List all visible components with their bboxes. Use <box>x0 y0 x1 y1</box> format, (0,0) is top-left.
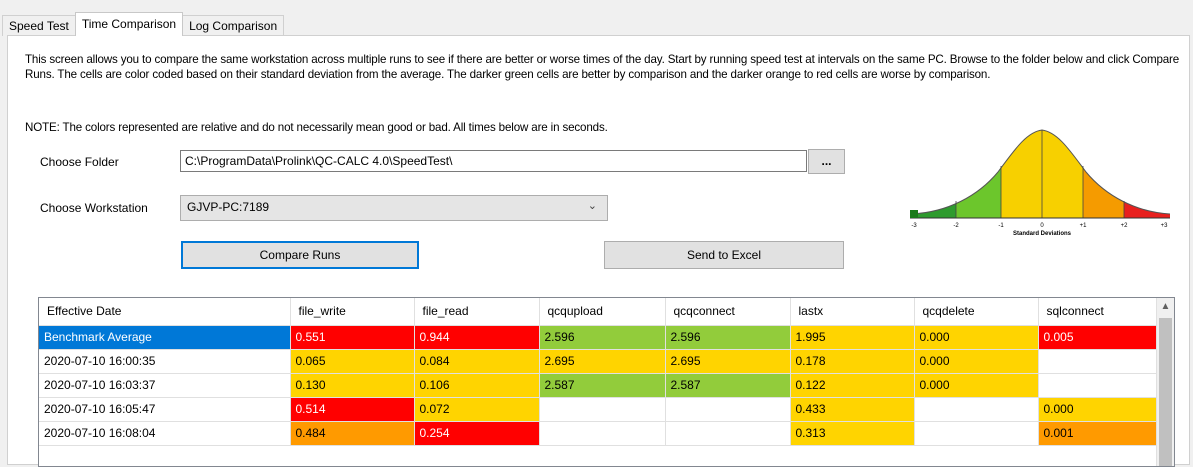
table-cell[interactable]: 0.065 <box>290 349 415 374</box>
column-header[interactable]: qcqupload <box>539 298 666 326</box>
table-cell[interactable]: 0.005 <box>1038 325 1158 350</box>
chevron-down-icon: ⌄ <box>587 200 597 212</box>
row-date-cell[interactable]: Benchmark Average <box>39 325 291 350</box>
table-cell[interactable] <box>539 421 666 446</box>
column-header[interactable]: Effective Date <box>39 298 291 326</box>
table-cell[interactable]: 0.130 <box>290 373 415 398</box>
bell-axis-label: Standard Deviations <box>1013 231 1072 237</box>
table-cell[interactable] <box>665 421 791 446</box>
vertical-scrollbar[interactable]: ▲ <box>1156 298 1174 466</box>
row-date-cell[interactable]: 2020-07-10 16:00:35 <box>39 349 291 374</box>
tab-time-comparison[interactable]: Time Comparison <box>74 12 184 36</box>
table-cell[interactable]: 0.944 <box>414 325 540 350</box>
table-row[interactable]: Benchmark Average 0.551 0.944 2.596 2.596 1.9… <box>39 325 1158 350</box>
tab-speed-test[interactable]: Speed Test <box>2 15 76 36</box>
choose-folder-label: Choose Folder <box>40 155 119 169</box>
table-cell[interactable]: 0.122 <box>790 373 915 398</box>
choose-workstation-label: Choose Workstation <box>40 201 148 215</box>
table-cell[interactable] <box>539 397 666 422</box>
table-cell[interactable]: 0.313 <box>790 421 915 446</box>
browse-folder-button[interactable]: ... <box>808 149 845 174</box>
table-cell[interactable]: 2.596 <box>665 325 791 350</box>
results-grid[interactable]: Effective Date file_write file_read qcquplo… <box>38 297 1175 467</box>
note-text: NOTE: The colors represented are relativ… <box>25 121 608 134</box>
bell-tick-label: +2 <box>1121 223 1129 229</box>
column-header[interactable]: sqlconnect <box>1038 298 1158 326</box>
folder-path-input[interactable] <box>180 150 807 172</box>
table-cell[interactable]: 2.596 <box>539 325 666 350</box>
bell-tick-label: -2 <box>953 223 959 229</box>
grid-body: Benchmark Average 0.551 0.944 2.596 2.596 1.9… <box>39 325 1158 446</box>
table-row[interactable]: 2020-07-10 16:03:37 0.130 0.106 2.587 2.587 0… <box>39 373 1158 398</box>
table-cell[interactable]: 0.084 <box>414 349 540 374</box>
table-cell[interactable]: 0.001 <box>1038 421 1158 446</box>
scroll-up-icon[interactable]: ▲ <box>1157 298 1174 316</box>
column-header[interactable]: lastx <box>790 298 915 326</box>
workstation-value: GJVP-PC:7189 <box>187 200 270 214</box>
column-header[interactable]: file_read <box>414 298 540 326</box>
bell-curve-graphic: -3 -2 -1 0 +1 +2 +3 Standard Deviations <box>910 129 1170 237</box>
row-date-cell[interactable]: 2020-07-10 16:05:47 <box>39 397 291 422</box>
table-cell[interactable] <box>665 397 791 422</box>
table-cell[interactable]: 2.587 <box>539 373 666 398</box>
send-to-excel-button[interactable]: Send to Excel <box>604 241 844 269</box>
scrollbar-thumb[interactable] <box>1159 318 1172 466</box>
table-cell[interactable]: 2.695 <box>539 349 666 374</box>
description-text: This screen allows you to compare the sa… <box>25 53 1180 81</box>
table-cell[interactable]: 0.000 <box>914 325 1039 350</box>
bell-tick-label: -1 <box>998 223 1004 229</box>
table-cell[interactable] <box>914 397 1039 422</box>
table-cell[interactable]: 0.000 <box>1038 397 1158 422</box>
table-cell[interactable]: 0.484 <box>290 421 415 446</box>
table-cell[interactable]: 0.178 <box>790 349 915 374</box>
results-table: Effective Date file_write file_read qcquplo… <box>39 298 1158 446</box>
column-header[interactable]: qcqconnect <box>665 298 791 326</box>
table-cell[interactable]: 0.106 <box>414 373 540 398</box>
tab-log-comparison[interactable]: Log Comparison <box>182 15 285 36</box>
table-cell[interactable]: 0.514 <box>290 397 415 422</box>
workstation-select[interactable]: GJVP-PC:7189 ⌄ <box>180 195 608 221</box>
table-cell[interactable] <box>914 421 1039 446</box>
table-cell[interactable] <box>1038 349 1158 374</box>
row-date-cell[interactable]: 2020-07-10 16:08:04 <box>39 421 291 446</box>
column-header[interactable]: qcqdelete <box>914 298 1039 326</box>
row-date-cell[interactable]: 2020-07-10 16:03:37 <box>39 373 291 398</box>
table-cell[interactable]: 0.000 <box>914 349 1039 374</box>
table-cell[interactable]: 0.433 <box>790 397 915 422</box>
column-header[interactable]: file_write <box>290 298 415 326</box>
table-cell[interactable] <box>1038 373 1158 398</box>
table-cell[interactable]: 1.995 <box>790 325 915 350</box>
bell-tick-label: +3 <box>1161 223 1169 229</box>
table-row[interactable]: 2020-07-10 16:05:47 0.514 0.072 0.433 0.000 <box>39 397 1158 422</box>
table-row[interactable]: 2020-07-10 16:08:04 0.484 0.254 0.313 0.001 <box>39 421 1158 446</box>
table-cell[interactable]: 0.551 <box>290 325 415 350</box>
table-cell[interactable]: 2.695 <box>665 349 791 374</box>
bell-tick-label: 0 <box>1040 223 1044 229</box>
grid-header-row: Effective Date file_write file_read qcquplo… <box>39 298 1158 326</box>
compare-runs-button[interactable]: Compare Runs <box>181 241 419 269</box>
table-row[interactable]: 2020-07-10 16:00:35 0.065 0.084 2.695 2.695 0… <box>39 349 1158 374</box>
table-cell[interactable]: 0.254 <box>414 421 540 446</box>
tab-strip: Speed Test Time Comparison Log Compariso… <box>2 12 285 36</box>
table-cell[interactable]: 0.000 <box>914 373 1039 398</box>
table-cell[interactable]: 0.072 <box>414 397 540 422</box>
bell-tick-label: -3 <box>911 223 917 229</box>
table-cell[interactable]: 2.587 <box>665 373 791 398</box>
bell-tick-label: +1 <box>1080 223 1088 229</box>
